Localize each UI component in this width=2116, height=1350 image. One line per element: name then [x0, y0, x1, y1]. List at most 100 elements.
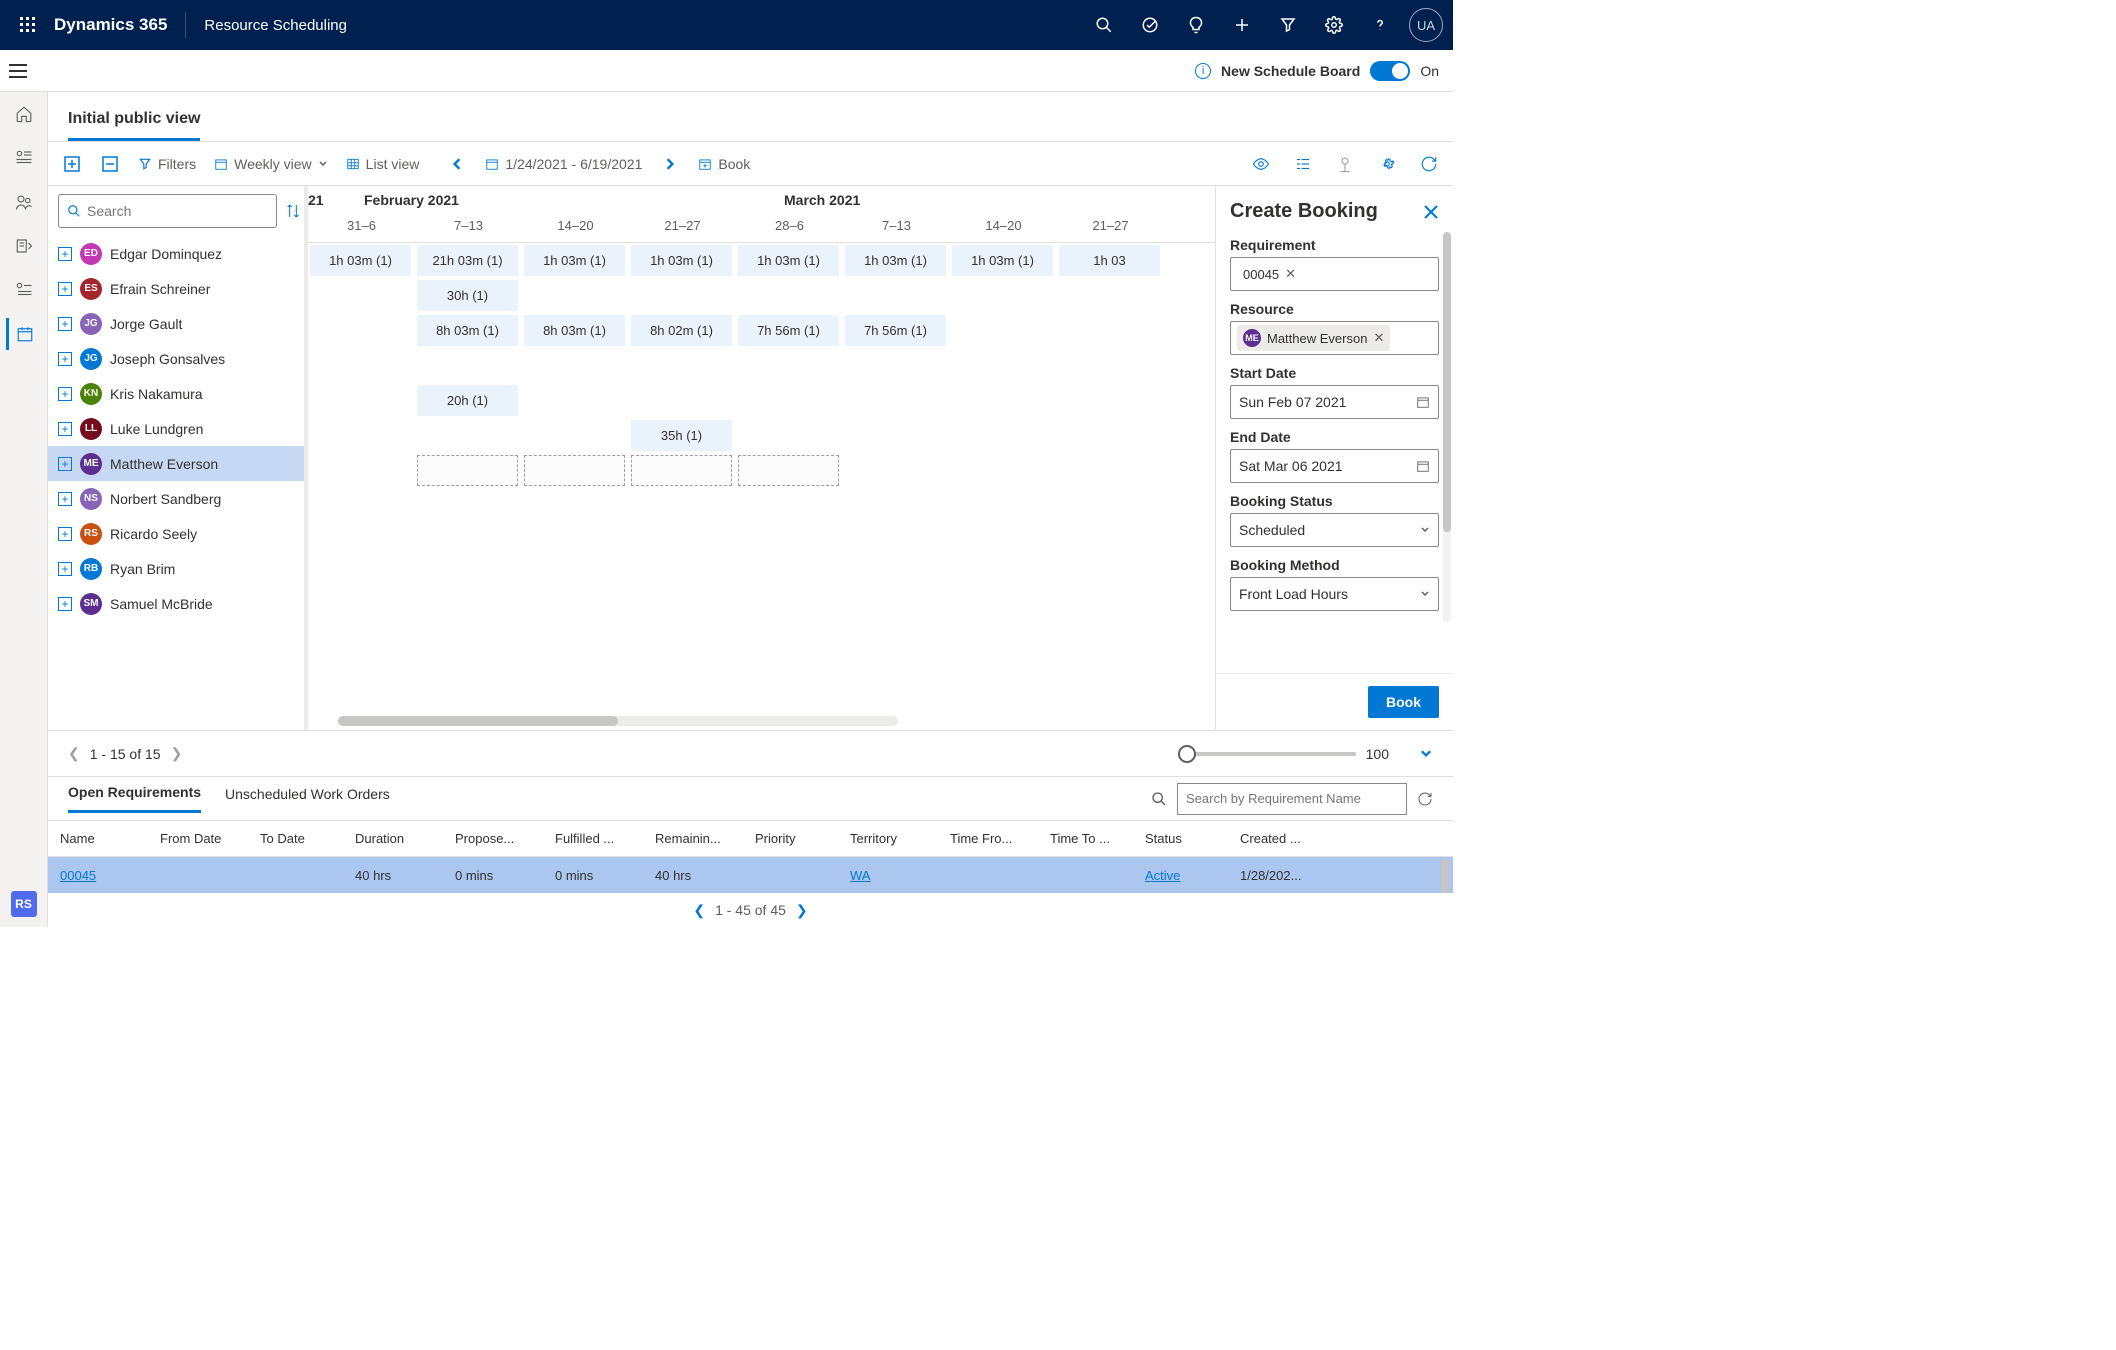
- grid-col-header[interactable]: Status: [1133, 831, 1228, 846]
- grid-refresh-icon[interactable]: [1417, 791, 1433, 807]
- grid-row[interactable]: 00045 40 hrs 0 mins 0 mins 40 hrs WA Act…: [48, 857, 1453, 893]
- search-icon[interactable]: [1081, 1, 1127, 49]
- booking-cell[interactable]: 35h (1): [631, 420, 732, 451]
- grid-col-header[interactable]: From Date: [148, 831, 248, 846]
- grid-col-header[interactable]: Created ...: [1228, 831, 1328, 846]
- booking-cell[interactable]: 21h 03m (1): [417, 245, 518, 276]
- queue-icon[interactable]: [6, 230, 42, 262]
- grid-vscroll[interactable]: [1441, 859, 1449, 893]
- help-icon[interactable]: [1357, 1, 1403, 49]
- expand-icon[interactable]: +: [58, 597, 72, 611]
- resource-row[interactable]: + RS Ricardo Seely: [48, 516, 304, 551]
- resource-row[interactable]: + NS Norbert Sandberg: [48, 481, 304, 516]
- filter-icon[interactable]: [1265, 1, 1311, 49]
- collapse-all-icon[interactable]: [100, 156, 120, 172]
- user-avatar[interactable]: UA: [1409, 8, 1443, 42]
- resource-row[interactable]: + ME Matthew Everson: [48, 446, 304, 481]
- drop-zone[interactable]: [524, 455, 625, 486]
- grid-col-header[interactable]: Fulfilled ...: [543, 831, 643, 846]
- view-tab[interactable]: Initial public view: [68, 110, 200, 141]
- cell-name[interactable]: 00045: [48, 868, 148, 883]
- booking-cell[interactable]: 1h 03m (1): [310, 245, 411, 276]
- prev-range-icon[interactable]: [447, 158, 467, 170]
- task-icon[interactable]: [1127, 1, 1173, 49]
- expand-icon[interactable]: +: [58, 352, 72, 366]
- expand-icon[interactable]: +: [58, 457, 72, 471]
- expand-icon[interactable]: +: [58, 387, 72, 401]
- filters-button[interactable]: Filters: [138, 156, 196, 172]
- drop-zone[interactable]: [631, 455, 732, 486]
- legend-icon[interactable]: [1293, 155, 1313, 173]
- booking-cell[interactable]: 7h 56m (1): [845, 315, 946, 346]
- start-date-input[interactable]: Sun Feb 07 2021: [1230, 385, 1439, 419]
- grid-col-header[interactable]: Time Fro...: [938, 831, 1038, 846]
- booking-status-select[interactable]: Scheduled: [1230, 513, 1439, 547]
- app-launcher-icon[interactable]: [10, 17, 46, 33]
- cell-territory[interactable]: WA: [838, 868, 938, 883]
- drop-zone[interactable]: [417, 455, 518, 486]
- grid-col-header[interactable]: Name: [48, 831, 148, 846]
- close-icon[interactable]: [1423, 204, 1439, 220]
- book-submit-button[interactable]: Book: [1368, 686, 1439, 718]
- end-date-input[interactable]: Sat Mar 06 2021: [1230, 449, 1439, 483]
- people-icon[interactable]: [6, 186, 42, 218]
- cell-status[interactable]: Active: [1133, 868, 1228, 883]
- booking-cell[interactable]: 7h 56m (1): [738, 315, 839, 346]
- grid-col-header[interactable]: Territory: [838, 831, 938, 846]
- resource-row[interactable]: + JG Jorge Gault: [48, 306, 304, 341]
- add-icon[interactable]: [1219, 1, 1265, 49]
- booking-cell[interactable]: 1h 03m (1): [631, 245, 732, 276]
- grid-search-icon[interactable]: [1151, 791, 1167, 807]
- resource-row[interactable]: + JG Joseph Gonsalves: [48, 341, 304, 376]
- booking-cell[interactable]: 30h (1): [417, 280, 518, 311]
- app-chip[interactable]: RS: [11, 891, 37, 917]
- booking-method-select[interactable]: Front Load Hours: [1230, 577, 1439, 611]
- expand-icon[interactable]: +: [58, 562, 72, 576]
- people-list-icon[interactable]: [6, 142, 42, 174]
- requirement-input[interactable]: 00045✕: [1230, 257, 1439, 291]
- booking-cell[interactable]: 1h 03: [1059, 245, 1160, 276]
- map-pin-icon[interactable]: [1335, 155, 1355, 173]
- resource-row[interactable]: + KN Kris Nakamura: [48, 376, 304, 411]
- list-check-icon[interactable]: [6, 274, 42, 306]
- drop-zone[interactable]: [738, 455, 839, 486]
- timeline-hscroll[interactable]: [338, 716, 898, 726]
- grid-col-header[interactable]: Remainin...: [643, 831, 743, 846]
- book-button[interactable]: Book: [698, 156, 750, 172]
- expand-icon[interactable]: +: [58, 492, 72, 506]
- expand-icon[interactable]: +: [58, 527, 72, 541]
- grid-col-header[interactable]: Priority: [743, 831, 838, 846]
- zoom-slider[interactable]: [1186, 752, 1356, 756]
- booking-cell[interactable]: 1h 03m (1): [738, 245, 839, 276]
- resource-row[interactable]: + SM Samuel McBride: [48, 586, 304, 621]
- refresh-icon[interactable]: [1419, 155, 1439, 173]
- pager-prev-icon[interactable]: ❮: [68, 745, 80, 762]
- hamburger-icon[interactable]: [0, 55, 36, 87]
- resource-row[interactable]: + LL Luke Lundgren: [48, 411, 304, 446]
- grid-filter-input[interactable]: [1177, 783, 1407, 815]
- list-view-button[interactable]: List view: [346, 156, 420, 172]
- next-range-icon[interactable]: [660, 158, 680, 170]
- resource-search[interactable]: [58, 194, 277, 228]
- tab-unscheduled-workorders[interactable]: Unscheduled Work Orders: [225, 786, 390, 812]
- search-input[interactable]: [87, 203, 268, 219]
- clear-res-icon[interactable]: ✕: [1373, 330, 1384, 346]
- expand-all-icon[interactable]: [62, 156, 82, 172]
- date-range[interactable]: 1/24/2021 - 6/19/2021: [485, 156, 642, 172]
- grid-pager-prev-icon[interactable]: ❮: [693, 902, 705, 919]
- booking-cell[interactable]: 20h (1): [417, 385, 518, 416]
- settings-icon[interactable]: [1311, 1, 1357, 49]
- grid-col-header[interactable]: Propose...: [443, 831, 543, 846]
- pager-next-icon[interactable]: ❯: [171, 745, 183, 762]
- eye-icon[interactable]: [1251, 155, 1271, 173]
- view-mode-select[interactable]: Weekly view: [214, 156, 328, 172]
- booking-cell[interactable]: 8h 02m (1): [631, 315, 732, 346]
- resource-row[interactable]: + ES Efrain Schreiner: [48, 271, 304, 306]
- grid-col-header[interactable]: Time To ...: [1038, 831, 1133, 846]
- tab-open-requirements[interactable]: Open Requirements: [68, 784, 201, 813]
- resource-row[interactable]: + ED Edgar Dominquez: [48, 236, 304, 271]
- clear-req-icon[interactable]: ✕: [1285, 266, 1296, 282]
- new-board-toggle[interactable]: [1370, 61, 1410, 81]
- expand-icon[interactable]: +: [58, 282, 72, 296]
- booking-cell[interactable]: 8h 03m (1): [417, 315, 518, 346]
